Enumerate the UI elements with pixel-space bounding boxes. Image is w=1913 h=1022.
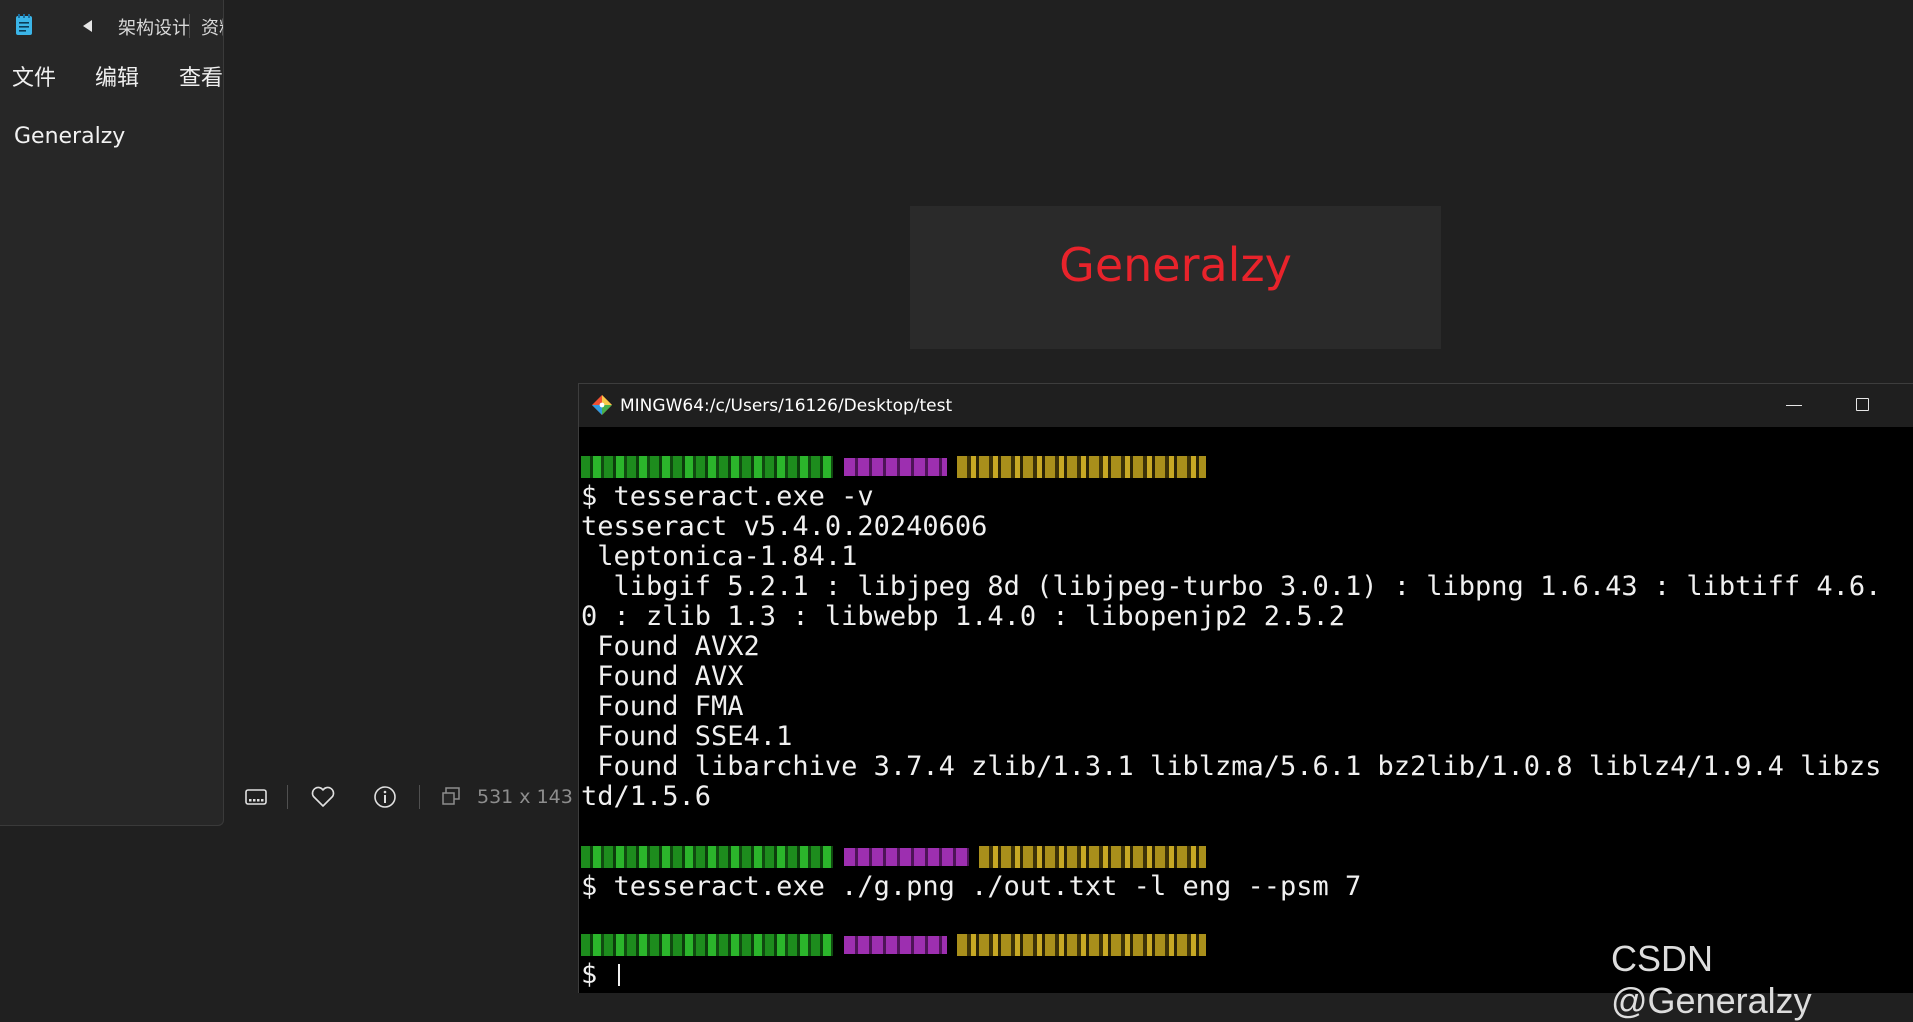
filmstrip-icon[interactable]: [244, 785, 268, 809]
heart-icon[interactable]: [310, 785, 336, 809]
image-preview: Generalzy: [910, 206, 1441, 349]
csdn-watermark: CSDN @Generalzy: [1611, 938, 1812, 1021]
notepad-title-bar: 架构设计 资料: [0, 0, 223, 48]
prompt-symbol: $: [581, 959, 614, 990]
image-dimensions: 531 x 143: [477, 786, 573, 808]
redacted-prompt-user: [581, 846, 833, 868]
terminal-line: Found SSE4.1: [581, 721, 793, 752]
redacted-prompt-path: [979, 846, 1206, 868]
git-bash-icon: [592, 395, 612, 415]
notepad-app-icon: [16, 14, 32, 35]
tab-divider: [189, 14, 190, 38]
terminal-line: Found FMA: [581, 691, 744, 722]
preview-text: Generalzy: [1059, 238, 1292, 292]
status-divider: [419, 785, 420, 809]
terminal-line: Found AVX2: [581, 631, 760, 662]
terminal-line: $ tesseract.exe -v: [581, 481, 874, 512]
back-arrow-icon[interactable]: [83, 20, 92, 32]
notepad-window: 架构设计 资料 文件 编辑 查看 Generalzy: [0, 0, 224, 826]
terminal-title: MINGW64:/c/Users/16126/Desktop/test: [620, 396, 953, 416]
terminal-line: td/1.5.6: [581, 781, 712, 812]
maximize-icon[interactable]: [1856, 398, 1869, 411]
info-icon[interactable]: [373, 785, 397, 809]
terminal-line: $ tesseract.exe ./g.png ./out.txt -l eng…: [581, 871, 1362, 902]
redacted-prompt-path: [957, 934, 1206, 956]
text-cursor: [617, 964, 620, 986]
redacted-prompt-host: [844, 458, 947, 476]
redacted-prompt-path: [957, 456, 1206, 478]
tab-architecture[interactable]: 架构设计: [118, 14, 190, 40]
terminal-window[interactable]: MINGW64:/c/Users/16126/Desktop/test $ te…: [578, 383, 1913, 993]
redacted-prompt-host: [844, 936, 947, 954]
terminal-line: Found libarchive 3.7.4 zlib/1.3.1 liblzm…: [581, 751, 1882, 782]
terminal-title-bar[interactable]: MINGW64:/c/Users/16126/Desktop/test: [579, 384, 1913, 427]
terminal-line: leptonica-1.84.1: [581, 541, 858, 572]
terminal-line: libgif 5.2.1 : libjpeg 8d (libjpeg-turbo…: [581, 571, 1882, 602]
menu-view[interactable]: 查看: [179, 60, 223, 92]
menu-file[interactable]: 文件: [12, 60, 56, 92]
redacted-prompt-host: [844, 848, 969, 866]
terminal-prompt-line[interactable]: $: [581, 960, 620, 990]
terminal-line: Found AVX: [581, 661, 744, 692]
terminal-line: 0 : zlib 1.3 : libwebp 1.4.0 : libopenjp…: [581, 601, 1346, 632]
menu-edit[interactable]: 编辑: [95, 60, 139, 92]
terminal-line: tesseract v5.4.0.20240606: [581, 511, 988, 542]
tab-materials[interactable]: 资料: [201, 14, 223, 40]
terminal-output[interactable]: $ tesseract.exe -v tesseract v5.4.0.2024…: [581, 442, 1913, 993]
minimize-icon[interactable]: [1786, 405, 1802, 406]
redacted-prompt-user: [581, 456, 833, 478]
image-size-icon: [442, 787, 460, 805]
notepad-text-content[interactable]: Generalzy: [14, 124, 125, 149]
redacted-prompt-user: [581, 934, 833, 956]
status-divider: [287, 785, 288, 809]
